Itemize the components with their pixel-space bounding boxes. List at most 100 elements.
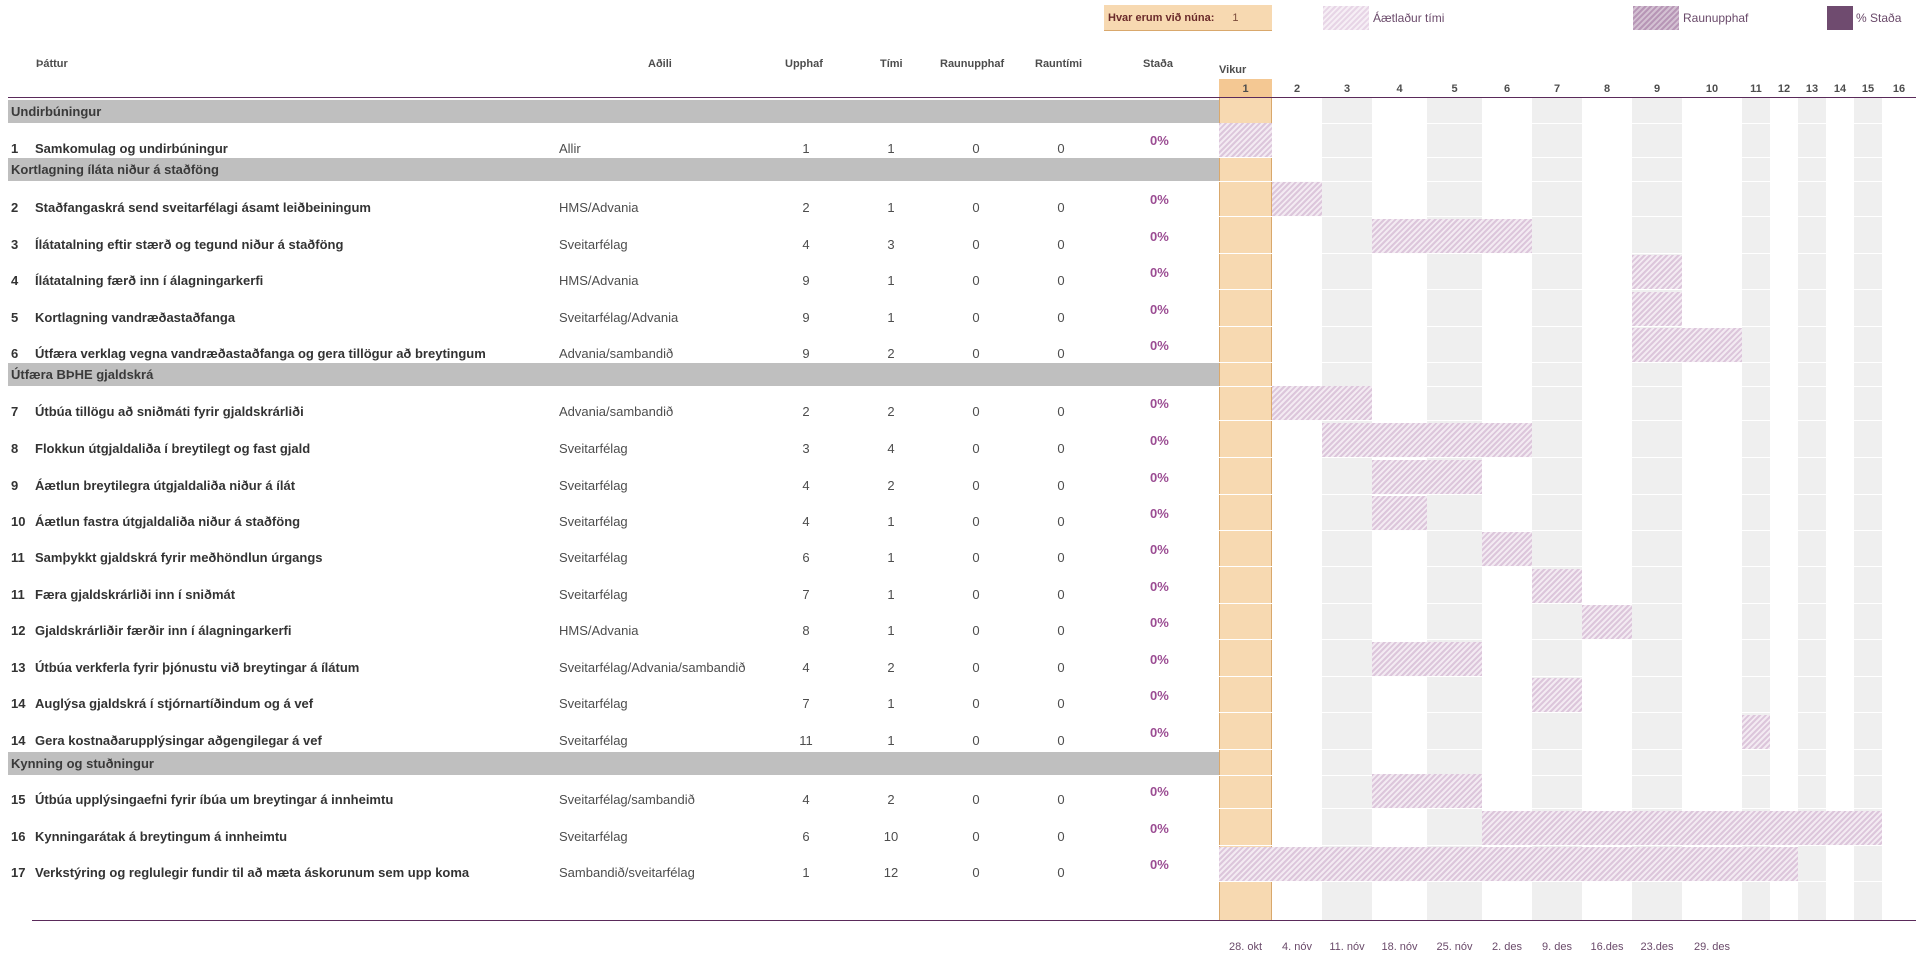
week-date-label: 29. des (1693, 941, 1731, 953)
task-status-percent: 0% (1150, 133, 1169, 148)
task-actual-start: 0 (972, 865, 980, 880)
legend-actual-label: Raunupphaf (1683, 11, 1749, 25)
task-start: 4 (802, 478, 810, 493)
planned-duration-bar (1482, 811, 1882, 845)
task-status-percent: 0% (1150, 542, 1169, 557)
grid-row-line (1219, 362, 1916, 363)
task-actual-duration: 0 (1057, 310, 1065, 325)
week-column-shade (1798, 98, 1826, 920)
section-header: Kortlagning íláta niður á staðföng (8, 158, 1219, 181)
task-number: 8 (11, 441, 19, 456)
legend-status-label: % Staða (1856, 11, 1902, 25)
grid-row-line (1219, 181, 1916, 182)
task-status-percent: 0% (1150, 302, 1169, 317)
task-actual-start: 0 (972, 441, 980, 456)
task-actual-start: 0 (972, 623, 980, 638)
section-header: Útfæra BÞHE gjaldskrá (8, 363, 1219, 386)
task-duration: 2 (887, 404, 895, 419)
task-name: Auglýsa gjaldskrá í stjórnartíðindum og … (35, 696, 314, 711)
current-week-label: Hvar erum við núna: (1108, 11, 1215, 24)
task-actual-duration: 0 (1057, 865, 1065, 880)
task-status-percent: 0% (1150, 338, 1169, 353)
task-name: Útbúa tillögu að sniðmáti fyrir gjaldskr… (35, 404, 304, 419)
task-party: HMS/Advania (559, 273, 639, 288)
week-column-shade (1532, 98, 1582, 920)
task-number: 7 (11, 404, 19, 419)
task-duration: 1 (887, 141, 895, 156)
task-party: HMS/Advania (559, 623, 639, 638)
task-number: 2 (11, 200, 19, 215)
task-party: Sveitarfélag (559, 441, 628, 456)
task-duration: 3 (887, 237, 895, 252)
planned-duration-bar (1632, 255, 1682, 289)
task-name: Gera kostnaðarupplýsingar aðgengilegar á… (35, 733, 322, 748)
grid-row-line (1219, 157, 1916, 158)
task-party: Sveitarfélag (559, 733, 628, 748)
task-status-percent: 0% (1150, 857, 1169, 872)
task-number: 11 (11, 550, 25, 565)
grid-row-line (1219, 123, 1916, 124)
task-actual-duration: 0 (1057, 792, 1065, 807)
week-number: 12 (1777, 83, 1791, 95)
task-party: Allir (559, 141, 581, 156)
planned-duration-bar (1219, 123, 1272, 157)
week-date-label: 28. okt (1228, 941, 1263, 953)
current-week-box[interactable]: Hvar erum við núna: 1 (1104, 5, 1272, 31)
week-date-label: 18. nóv (1381, 941, 1418, 953)
task-start: 6 (802, 829, 810, 844)
task-duration: 2 (887, 792, 895, 807)
table-bottom-rule (32, 920, 1916, 921)
task-actual-duration: 0 (1057, 587, 1065, 602)
week-column-shade (1742, 98, 1770, 920)
week-date-label: 9. des (1542, 941, 1572, 953)
week-number: 2 (1293, 83, 1301, 95)
task-actual-duration: 0 (1057, 514, 1065, 529)
week-date-label: 16.des (1590, 941, 1624, 953)
planned-duration-bar (1272, 182, 1322, 216)
task-party: Advania/sambandið (559, 404, 674, 419)
task-duration: 1 (887, 696, 895, 711)
task-status-percent: 0% (1150, 688, 1169, 703)
week-date-label: 4. nóv (1282, 941, 1312, 953)
task-actual-start: 0 (972, 660, 980, 675)
task-number: 12 (11, 623, 26, 638)
task-duration: 1 (887, 550, 895, 565)
task-number: 9 (11, 478, 19, 493)
header-thattur: Þáttur (36, 58, 68, 70)
planned-duration-bar (1632, 328, 1742, 362)
task-start: 8 (802, 623, 810, 638)
grid-row-line (1219, 289, 1916, 290)
task-start: 7 (802, 696, 810, 711)
planned-duration-bar (1372, 642, 1482, 676)
grid-row-line (1219, 775, 1916, 776)
week-date-label: 11. nóv (1329, 941, 1365, 953)
grid-row-line (1219, 566, 1916, 567)
task-status-percent: 0% (1150, 396, 1169, 411)
task-party: Sambandið/sveitarfélag (559, 865, 695, 880)
task-party: Sveitarfélag (559, 696, 628, 711)
task-duration: 1 (887, 310, 895, 325)
legend-planned-swatch (1323, 6, 1369, 30)
task-start: 4 (802, 660, 810, 675)
task-party: HMS/Advania (559, 200, 639, 215)
grid-row-line (1219, 216, 1916, 217)
week-number: 5 (1451, 83, 1458, 95)
task-actual-duration: 0 (1057, 623, 1065, 638)
task-party: Sveitarfélag (559, 550, 628, 565)
task-actual-duration: 0 (1057, 441, 1065, 456)
gantt-grid: 1 2 3 4 5 6 7 8 9 10 11 12 13 14 15 16 (1219, 79, 1916, 920)
task-party: Sveitarfélag (559, 478, 628, 493)
task-name: Útfæra verklag vegna vandræðastaðfanga o… (35, 346, 486, 361)
grid-row-line (1219, 326, 1916, 327)
section-header: Undirbúningur (8, 100, 1219, 123)
planned-duration-bar (1372, 496, 1427, 530)
task-name: Áætlun fastra útgjaldaliða niður á staðf… (35, 514, 301, 529)
task-number: 15 (11, 792, 26, 807)
task-status-percent: 0% (1150, 652, 1169, 667)
planned-duration-bar (1482, 532, 1532, 566)
task-actual-start: 0 (972, 273, 980, 288)
current-week-value[interactable]: 1 (1232, 12, 1238, 24)
week-number: 9 (1653, 83, 1661, 95)
task-actual-duration: 0 (1057, 141, 1065, 156)
task-actual-duration: 0 (1057, 829, 1065, 844)
